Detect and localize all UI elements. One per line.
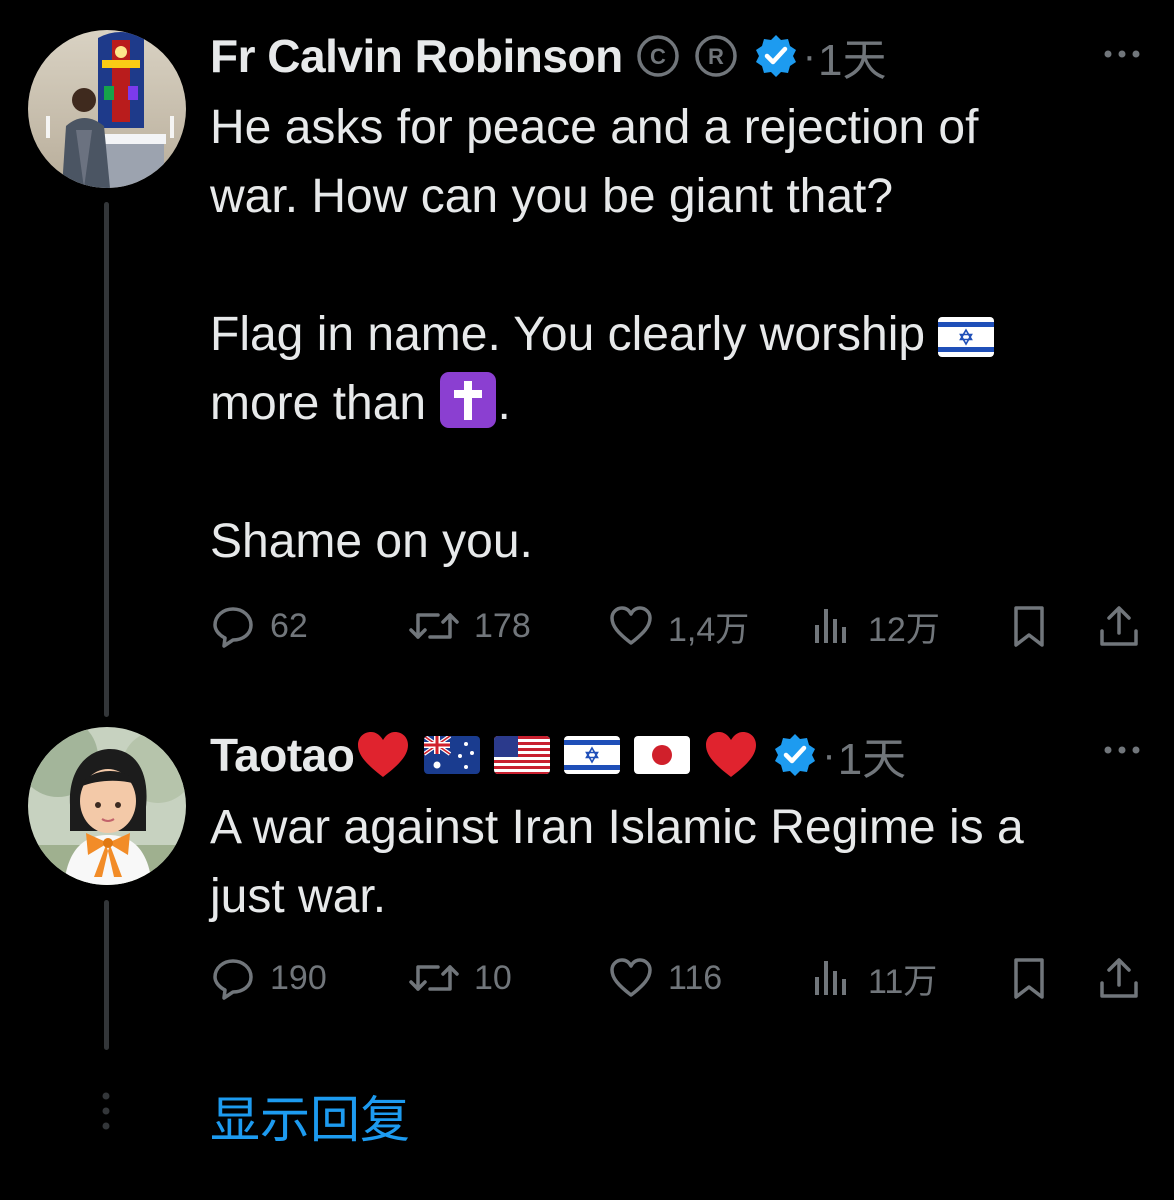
tweet-text: He asks for peace and a rejection of war… [210,93,1144,576]
retweet-button[interactable]: 10 [408,948,512,1008]
svg-text:C: C [650,44,666,69]
text-line-blank [210,438,1144,507]
text-fragment: . [497,377,511,430]
like-button[interactable]: 116 [608,948,722,1008]
text-line: war. How can you be giant that? [210,170,894,223]
bookmark-button[interactable] [1006,948,1052,1008]
text-fragment: more than [210,377,427,430]
heart-icon [610,606,652,645]
bookmark-icon [1014,958,1044,999]
tweet[interactable]: Taotao · 1天 A war against Iran Islamic R… [0,705,1174,1065]
reply-thread: Fr Calvin Robinson C R · 1天 He asks for … [0,0,1174,1200]
avatar[interactable] [28,30,186,188]
tweet-header: Fr Calvin Robinson C R · 1天 [210,26,1144,86]
registered-badge-icon: R [694,35,737,77]
red-heart-icon [358,732,409,777]
retweet-button[interactable]: 178 [408,596,531,656]
copyright-badge-icon: C [636,35,679,77]
reply-button[interactable]: 62 [210,596,308,656]
action-bar: 62 178 1,4万 12万 [210,596,1144,656]
share-button[interactable] [1096,596,1142,656]
views-button[interactable]: 11万 [808,948,937,1008]
text-line: just war. [210,870,387,923]
views-count: 12万 [868,610,940,649]
share-button[interactable] [1096,948,1142,1008]
share-icon [1100,958,1138,998]
thread-connector-line [104,900,109,1050]
text-line-blank [210,231,1144,300]
text-line: A war against Iran Islamic Regime is a [210,801,1024,854]
author-name[interactable]: Taotao [210,728,355,782]
like-count: 116 [668,958,723,997]
like-count: 1,4万 [668,610,750,649]
bookmark-button[interactable] [1006,596,1052,656]
timestamp[interactable]: 1天 [818,24,886,88]
text-line: more than . [210,369,1144,438]
bookmark-icon [1014,606,1044,647]
like-button[interactable]: 1,4万 [608,596,749,656]
views-chart-icon [815,961,846,995]
reply-button[interactable]: 190 [210,948,327,1008]
share-icon [1100,606,1138,646]
tweet-text: A war against Iran Islamic Regime is a j… [210,793,1144,931]
reply-count: 62 [270,606,308,645]
retweet-icon [409,965,459,991]
views-button[interactable]: 12万 [808,596,940,656]
israel-flag-icon [938,317,995,358]
reply-icon [213,959,253,1000]
views-chart-icon [815,609,846,643]
separator-dot: · [802,33,817,78]
separator-dot: · [822,732,836,777]
svg-text:R: R [708,44,724,69]
red-heart-icon [706,732,757,777]
retweet-count: 178 [474,606,531,645]
japan-flag-icon [634,736,691,774]
tweet-header: Taotao · 1天 [210,725,1144,785]
verified-badge-icon[interactable] [772,732,818,778]
usa-flag-icon [494,736,551,774]
more-options-icon[interactable] [1100,738,1144,762]
author-name[interactable]: Fr Calvin Robinson [210,29,623,83]
vertical-dots-icon [102,1092,110,1130]
text-line: Shame on you. [210,515,533,568]
thread-connector-line [104,202,109,717]
retweet-icon [409,613,459,639]
timestamp[interactable]: 1天 [838,723,906,787]
more-options-icon[interactable] [1100,42,1144,66]
latin-cross-icon [440,372,497,428]
heart-icon [610,958,652,997]
action-bar: 190 10 116 11万 [210,948,1144,1008]
views-count: 11万 [868,962,938,1001]
verified-badge-icon[interactable] [753,33,799,79]
reply-icon [213,607,253,648]
israel-flag-icon [564,736,621,774]
reply-count: 190 [270,958,327,997]
text-fragment: Flag in name. You clearly worship [210,308,926,361]
text-line: Flag in name. You clearly worship [210,300,1144,369]
tweet[interactable]: Fr Calvin Robinson C R · 1天 He asks for … [0,0,1174,717]
avatar[interactable] [28,727,186,885]
retweet-count: 10 [474,958,512,997]
text-line: He asks for peace and a rejection of [210,101,979,154]
show-replies-link[interactable]: 显示回复 [210,1080,410,1152]
australia-flag-icon [424,736,481,774]
